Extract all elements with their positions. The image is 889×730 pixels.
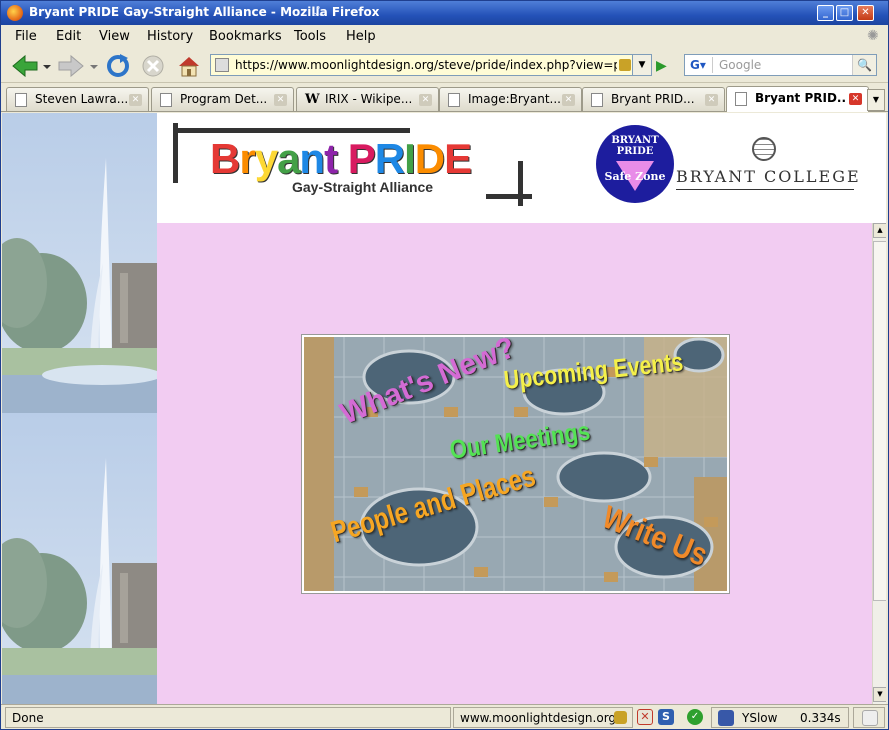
page-content: Bryant PRIDE Gay-Straight Alliance BRYAN… <box>2 113 886 704</box>
throbber-icon: ✺ <box>867 28 879 44</box>
logo-subtitle: Gay-Straight Alliance <box>292 179 434 195</box>
tab-label: Steven Lawra... <box>35 92 127 106</box>
reload-icon[interactable] <box>106 54 130 78</box>
menu-bookmarks[interactable]: Bookmarks <box>209 29 282 44</box>
page-icon <box>160 93 172 107</box>
tab-6-active[interactable]: Bryant PRID... ✕ <box>726 86 869 112</box>
adblock-icon[interactable]: ✕ <box>637 709 653 725</box>
tab-label: Program Det... <box>180 92 268 106</box>
back-dropdown-icon[interactable] <box>42 54 52 78</box>
status-bar: Done www.moonlightdesign.org ✕ S ✓ YSlow… <box>1 704 888 729</box>
navigation-toolbar: https://www.moonlightdesign.org/steve/pr… <box>1 49 888 83</box>
forward-icon[interactable] <box>57 54 85 78</box>
safe-zone-label: Safe Zone <box>604 170 666 183</box>
tab-label: Image:Bryant... <box>468 92 560 106</box>
tab-close-icon[interactable]: ✕ <box>849 93 862 105</box>
fountain-image <box>2 113 157 704</box>
firefox-icon <box>7 5 23 21</box>
decorative-bracket <box>173 128 410 133</box>
page-icon <box>448 93 460 107</box>
browser-window: Bryant PRIDE Gay-Straight Alliance - Moz… <box>0 0 889 730</box>
menu-help[interactable]: Help <box>346 29 376 44</box>
decorative-bracket <box>518 161 523 206</box>
search-bar[interactable]: G▾ Google 🔍 <box>684 54 877 76</box>
lock-icon[interactable] <box>619 59 631 71</box>
yslow-icon[interactable] <box>718 710 734 726</box>
search-icon[interactable]: 🔍 <box>852 55 876 75</box>
safe-zone-title: BRYANT PRIDE <box>611 135 659 157</box>
tab-label: IRIX - Wikipe... <box>325 92 413 106</box>
stumble-icon[interactable]: S <box>658 709 674 725</box>
tab-close-icon[interactable]: ✕ <box>562 94 575 106</box>
tab-2[interactable]: Program Det... ✕ <box>151 87 294 111</box>
college-logo-underline <box>676 189 854 190</box>
lock-icon[interactable] <box>614 711 627 724</box>
wikipedia-icon: W <box>305 92 320 107</box>
page-icon <box>591 93 603 107</box>
scroll-up-icon[interactable]: ▲ <box>873 223 886 238</box>
menu-view[interactable]: View <box>99 29 130 44</box>
title-bar: Bryant PRIDE Gay-Straight Alliance - Moz… <box>1 1 888 25</box>
stop-icon[interactable] <box>141 54 165 78</box>
menu-tools[interactable]: Tools <box>294 29 326 44</box>
scroll-down-icon[interactable]: ▼ <box>873 687 886 702</box>
page-icon <box>735 92 747 106</box>
tab-4[interactable]: Image:Bryant... ✕ <box>439 87 582 111</box>
decorative-bracket <box>486 194 532 199</box>
yslow-label: YSlow <box>742 711 778 725</box>
network-icon[interactable] <box>862 710 878 726</box>
yslow-panel[interactable]: YSlow 0.334s <box>711 707 849 728</box>
close-button[interactable]: ✕ <box>857 5 874 21</box>
status-text: Done <box>5 707 451 728</box>
tab-close-icon[interactable]: ✕ <box>419 94 432 106</box>
vertical-scrollbar[interactable]: ▲ ▼ <box>872 223 886 704</box>
check-icon[interactable]: ✓ <box>687 709 703 725</box>
safe-zone-logo: BRYANT PRIDE Safe Zone <box>596 125 674 203</box>
status-end-panel <box>853 707 885 728</box>
tab-label: Bryant PRID... <box>611 92 695 106</box>
back-icon[interactable] <box>11 54 39 78</box>
yslow-time: 0.334s <box>800 711 841 725</box>
menu-bar: File Edit View History Bookmarks Tools H… <box>1 25 888 49</box>
tab-close-icon[interactable]: ✕ <box>129 94 142 106</box>
google-icon[interactable]: G▾ <box>687 57 713 73</box>
tab-label: Bryant PRID... <box>755 91 847 105</box>
url-dropdown-button[interactable]: ▼ <box>632 54 652 76</box>
page-icon <box>15 93 27 107</box>
swirl-icon: ஃ <box>313 5 324 20</box>
tab-3[interactable]: W IRIX - Wikipe... ✕ <box>296 87 439 111</box>
tab-close-icon[interactable]: ✕ <box>705 94 718 106</box>
url-bar[interactable]: https://www.moonlightdesign.org/steve/pr… <box>210 54 652 76</box>
search-input[interactable]: Google <box>719 58 761 72</box>
tab-list-button[interactable]: ▼ <box>867 89 885 111</box>
tab-5[interactable]: Bryant PRID... ✕ <box>582 87 725 111</box>
tab-close-icon[interactable]: ✕ <box>274 94 287 106</box>
minimize-button[interactable]: _ <box>817 5 834 21</box>
tab-bar: Steven Lawra... ✕ Program Det... ✕ W IRI… <box>1 85 888 112</box>
pride-logo: Bryant PRIDE <box>210 135 472 182</box>
forward-dropdown-icon[interactable] <box>89 54 99 78</box>
menu-file[interactable]: File <box>15 29 37 44</box>
menu-history[interactable]: History <box>147 29 193 44</box>
decorative-bracket <box>173 123 178 183</box>
fountain-background-image <box>2 113 157 704</box>
bryant-college-logo: BRYANT COLLEGE <box>676 135 859 191</box>
maximize-button[interactable]: □ <box>836 5 853 21</box>
home-icon[interactable] <box>177 54 201 78</box>
tab-1[interactable]: Steven Lawra... ✕ <box>6 87 149 111</box>
site-icon <box>215 58 229 72</box>
go-icon[interactable]: ▶ <box>656 57 674 75</box>
menu-edit[interactable]: Edit <box>56 29 81 44</box>
scrollbar-thumb[interactable] <box>873 241 886 601</box>
status-site: www.moonlightdesign.org <box>453 707 633 728</box>
url-text[interactable]: https://www.moonlightdesign.org/steve/pr… <box>235 58 617 72</box>
college-logo-text: BRYANT COLLEGE <box>676 167 861 186</box>
navigation-image-map: What's New? Upcoming Events Our Meetings… <box>301 334 730 594</box>
globe-icon <box>752 137 776 161</box>
